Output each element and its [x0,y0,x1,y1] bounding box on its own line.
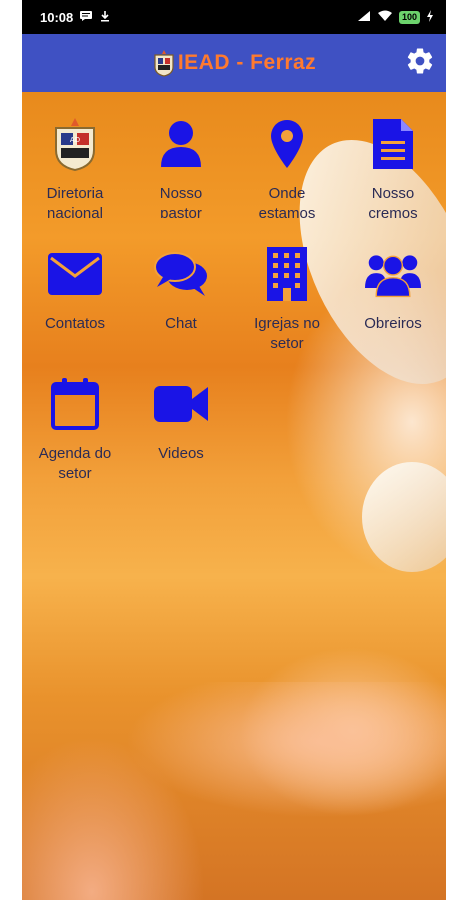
video-camera-icon [153,376,209,432]
menu-item-onde-estamos[interactable]: Onde estamos [234,116,340,226]
menu-item-agenda-do-setor[interactable]: Agenda do setor [22,376,128,486]
download-icon [99,10,111,25]
wifi-icon [377,10,393,25]
menu-label: Videos [158,445,204,462]
menu-item-igrejas-no-setor[interactable]: Igrejas no setor [234,246,340,356]
location-pin-icon [259,116,315,172]
menu-grid: AD Diretoria nacional Nosso pastor Onde … [22,116,446,486]
group-icon [365,246,421,302]
settings-button[interactable] [404,47,436,79]
menu-label: Agenda do setor [38,445,112,478]
hand-image [22,682,446,900]
document-icon [365,116,421,172]
menu-label: Nosso cremos [368,185,418,218]
status-right: 100 [357,9,434,25]
svg-text:AD: AD [70,136,80,144]
signal-icon [357,10,371,25]
main-content: AD Diretoria nacional Nosso pastor Onde … [22,92,446,900]
menu-label: Contatos [44,315,106,332]
person-icon [153,116,209,172]
chat-bubbles-icon [153,246,209,302]
church-emblem-icon: AD [47,116,103,172]
menu-label: Diretoria nacional [46,185,104,218]
status-bar: 10:08 100 [22,0,446,34]
app-title: IEAD - Ferraz [177,51,317,74]
menu-item-nosso-pastor[interactable]: Nosso pastor [128,116,234,226]
app-bar: IEAD - Ferraz [22,34,446,92]
battery-icon: 100 [398,10,420,24]
menu-item-nosso-cremos[interactable]: Nosso cremos [340,116,446,226]
status-time: 10:08 [40,9,74,25]
menu-item-videos[interactable]: Videos [128,376,234,486]
calendar-icon [47,376,103,432]
menu-label: Nosso pastor [159,185,203,218]
gear-icon [405,46,435,81]
church-logo-icon [152,49,176,77]
menu-label: Onde estamos [258,185,316,218]
message-icon [79,10,93,25]
menu-label: Obreiros [364,315,422,332]
menu-item-obreiros[interactable]: Obreiros [340,246,446,356]
menu-item-diretoria-nacional[interactable]: AD Diretoria nacional [22,116,128,226]
mail-icon [47,246,103,302]
menu-label: Chat [165,315,197,332]
menu-item-chat[interactable]: Chat [128,246,234,356]
charging-icon [426,9,434,25]
menu-label: Igrejas no setor [254,315,320,348]
building-icon [259,246,315,302]
menu-item-contatos[interactable]: Contatos [22,246,128,356]
status-left: 10:08 [40,10,111,25]
